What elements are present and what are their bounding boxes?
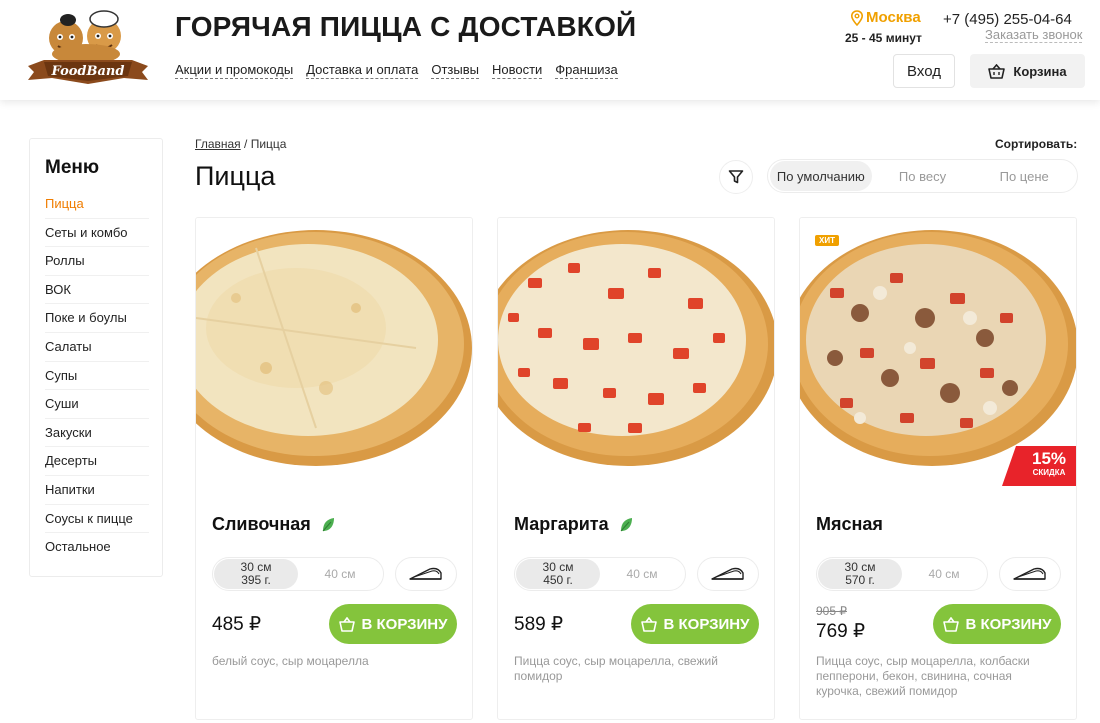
phone-number[interactable]: +7 (495) 255-04-64: [943, 11, 1072, 28]
cart-label: Корзина: [1013, 63, 1067, 79]
sidebar-item-rolls[interactable]: Роллы: [45, 247, 149, 276]
size-option-30[interactable]: 30 см 395 г.: [214, 559, 298, 589]
nav-link-promotions[interactable]: Акции и промокоды: [175, 62, 294, 79]
breadcrumb-home-link[interactable]: Главная: [195, 137, 241, 151]
add-to-cart-label: В КОРЗИНУ: [663, 615, 750, 633]
product-title: Сливочная: [212, 514, 311, 534]
size-selector: 30 см 395 г. 40 см: [212, 557, 384, 591]
add-to-cart-button[interactable]: В КОРЗИНУ: [631, 604, 759, 644]
sidebar-item-sauces[interactable]: Соусы к пицце: [45, 505, 149, 534]
sidebar-item-sushi[interactable]: Суши: [45, 390, 149, 419]
city-name: Москва: [866, 9, 921, 26]
hit-badge: ХИТ: [815, 235, 839, 246]
size-option-40[interactable]: 40 см: [298, 559, 382, 589]
sort-options: По умолчанию По весу По цене: [767, 159, 1078, 193]
product-card: Маргарита 30 см 450 г. 40 см 589 ₽ В КОР…: [497, 217, 775, 720]
weight-label: 570 г.: [845, 573, 875, 587]
product-name: Сливочная: [212, 514, 335, 535]
product-description: Пицца соус, сыр моцарелла, колбаски пепп…: [816, 654, 1030, 698]
sidebar-item-other[interactable]: Остальное: [45, 533, 149, 562]
product-price: 485 ₽: [212, 614, 262, 635]
product-description: белый соус, сыр моцарелла: [212, 654, 369, 668]
sidebar-item-poke[interactable]: Поке и боулы: [45, 304, 149, 333]
add-to-cart-button[interactable]: В КОРЗИНУ: [329, 604, 457, 644]
product-title: Мясная: [816, 514, 883, 534]
callback-link[interactable]: Заказать звонок: [985, 28, 1083, 43]
product-image-margherita[interactable]: [498, 218, 775, 490]
sidebar-item-desserts[interactable]: Десерты: [45, 447, 149, 476]
add-to-cart-button[interactable]: В КОРЗИНУ: [933, 604, 1061, 644]
cart-button[interactable]: Корзина: [970, 54, 1085, 88]
sidebar-item-sets[interactable]: Сеты и комбо: [45, 219, 149, 248]
delivery-time: 25 - 45 минут: [845, 31, 922, 45]
sort-option-weight[interactable]: По весу: [872, 161, 974, 191]
sidebar-item-snacks[interactable]: Закуски: [45, 419, 149, 448]
site-header: FoodBand ГОРЯЧАЯ ПИЦЦА С ДОСТАВКОЙ Акции…: [0, 0, 1100, 100]
cart-add-icon: [338, 616, 355, 632]
top-navigation: Акции и промокоды Доставка и оплата Отзы…: [175, 62, 618, 79]
crust-option-button[interactable]: [697, 557, 759, 591]
product-card: Сливочная 30 см 395 г. 40 см 485 ₽ В КОР…: [195, 217, 473, 720]
product-price: 769 ₽: [816, 621, 866, 642]
foodband-logo[interactable]: FoodBand: [24, 8, 152, 88]
crust-icon: [409, 567, 442, 580]
old-price: 905 ₽: [816, 604, 847, 618]
leaf-icon: [620, 517, 632, 531]
discount-badge: 15% СКИДКА: [1022, 450, 1076, 478]
discount-label: СКИДКА: [1032, 468, 1066, 477]
size-selector: 30 см 450 г. 40 см: [514, 557, 686, 591]
nav-link-news[interactable]: Новости: [491, 62, 543, 79]
breadcrumb: Главная / Пицца: [195, 137, 286, 151]
crust-option-button[interactable]: [395, 557, 457, 591]
crust-icon: [1013, 567, 1046, 580]
basket-icon: [988, 63, 1006, 79]
weight-label: 395 г.: [241, 573, 271, 587]
product-title: Маргарита: [514, 514, 609, 534]
login-button[interactable]: Вход: [893, 54, 955, 88]
city-selector[interactable]: Москва: [850, 9, 921, 26]
discount-percent: 15%: [1031, 449, 1067, 468]
sidebar-item-wok[interactable]: ВОК: [45, 276, 149, 305]
category-list: Пицца Сеты и комбо Роллы ВОК Поке и боул…: [45, 190, 149, 562]
filter-button[interactable]: [719, 160, 753, 194]
weight-label: 450 г.: [543, 573, 573, 587]
size-option-30[interactable]: 30 см 570 г.: [818, 559, 902, 589]
product-card: ХИТ 15% СКИДКА Мясная 30 см 570 г. 40 см…: [799, 217, 1077, 720]
cart-add-icon: [942, 616, 959, 632]
nav-link-reviews[interactable]: Отзывы: [431, 62, 479, 79]
add-to-cart-label: В КОРЗИНУ: [361, 615, 448, 633]
size-option-40[interactable]: 40 см: [600, 559, 684, 589]
product-name: Мясная: [816, 514, 883, 535]
nav-link-franchise[interactable]: Франшиза: [555, 62, 618, 79]
sort-option-price[interactable]: По цене: [973, 161, 1075, 191]
crust-icon: [711, 567, 744, 580]
sidebar-title: Меню: [45, 157, 100, 178]
nav-link-delivery[interactable]: Доставка и оплата: [306, 62, 419, 79]
sort-label: Сортировать:: [995, 137, 1078, 151]
logo-text: FoodBand: [51, 64, 125, 79]
size-selector: 30 см 570 г. 40 см: [816, 557, 988, 591]
size-option-30[interactable]: 30 см 450 г.: [516, 559, 600, 589]
category-sidebar: Меню Пицца Сеты и комбо Роллы ВОК Поке и…: [29, 138, 163, 577]
add-to-cart-label: В КОРЗИНУ: [965, 615, 1052, 633]
page-title: Пицца: [195, 161, 276, 191]
sidebar-item-soups[interactable]: Супы: [45, 362, 149, 391]
size-option-40[interactable]: 40 см: [902, 559, 986, 589]
site-title: ГОРЯЧАЯ ПИЦЦА С ДОСТАВКОЙ: [175, 11, 637, 42]
sidebar-item-pizza[interactable]: Пицца: [45, 190, 149, 219]
filter-icon: [728, 170, 744, 184]
breadcrumb-current: Пицца: [250, 137, 287, 151]
product-image-cream-pizza[interactable]: [196, 218, 473, 490]
product-name: Маргарита: [514, 514, 633, 535]
sidebar-item-drinks[interactable]: Напитки: [45, 476, 149, 505]
breadcrumb-separator: /: [244, 137, 248, 151]
product-description: Пицца соус, сыр моцарелла, свежий помидо…: [514, 654, 718, 683]
cart-add-icon: [640, 616, 657, 632]
sidebar-item-salads[interactable]: Салаты: [45, 333, 149, 362]
crust-option-button[interactable]: [999, 557, 1061, 591]
product-price: 589 ₽: [514, 614, 564, 635]
leaf-icon: [322, 517, 334, 531]
location-pin-icon: [850, 9, 864, 26]
sort-option-default[interactable]: По умолчанию: [770, 161, 872, 191]
